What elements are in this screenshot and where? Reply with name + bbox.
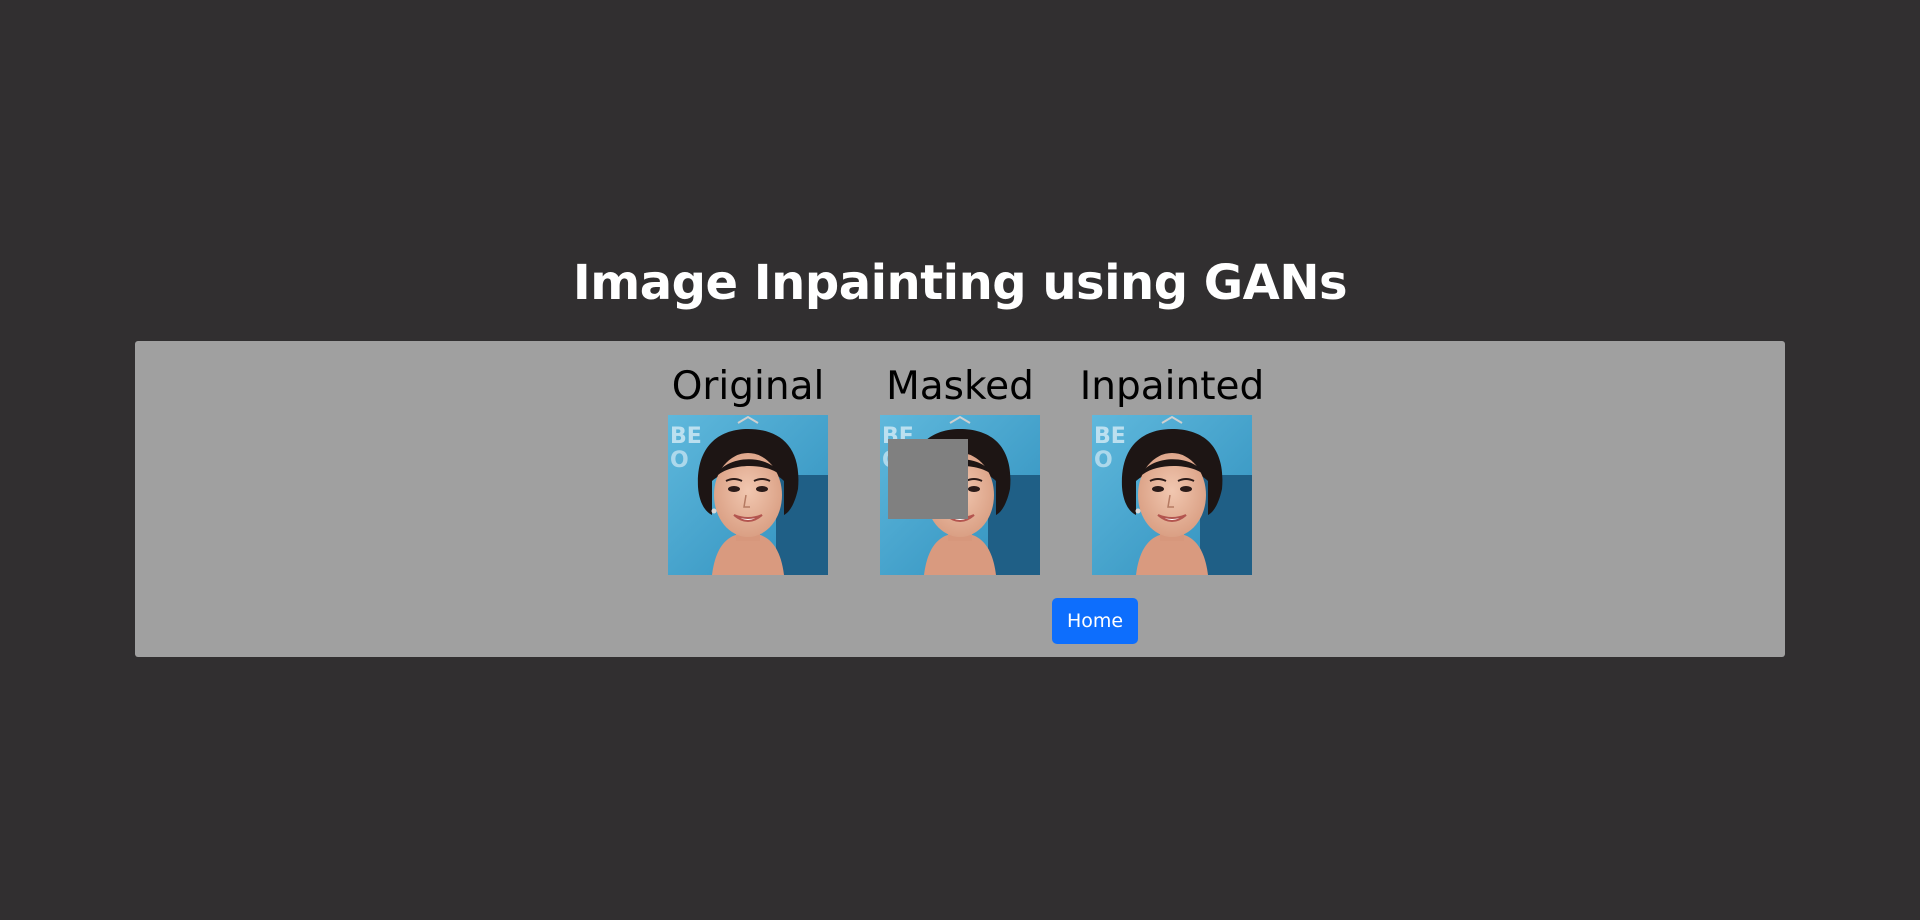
- original-image: [668, 415, 828, 575]
- original-caption: Original: [671, 364, 825, 409]
- masked-image: [880, 415, 1040, 575]
- masked-caption: Masked: [886, 364, 1034, 409]
- inpainted-image: [1092, 415, 1252, 575]
- page-title: Image Inpainting using GANs: [572, 255, 1348, 311]
- original-figure: Original: [668, 363, 828, 575]
- inpainted-figure: Inpainted: [1080, 363, 1264, 575]
- mask-region: [888, 439, 968, 519]
- home-button[interactable]: Home: [1052, 598, 1138, 644]
- masked-figure: Masked: [880, 363, 1040, 575]
- page: Image Inpainting using GANs Original Mas…: [0, 0, 1920, 920]
- results-panel: Original Masked Inpainted Home: [135, 341, 1785, 657]
- results-gallery: Original Masked Inpainted: [135, 363, 1785, 575]
- inpainted-caption: Inpainted: [1079, 364, 1265, 409]
